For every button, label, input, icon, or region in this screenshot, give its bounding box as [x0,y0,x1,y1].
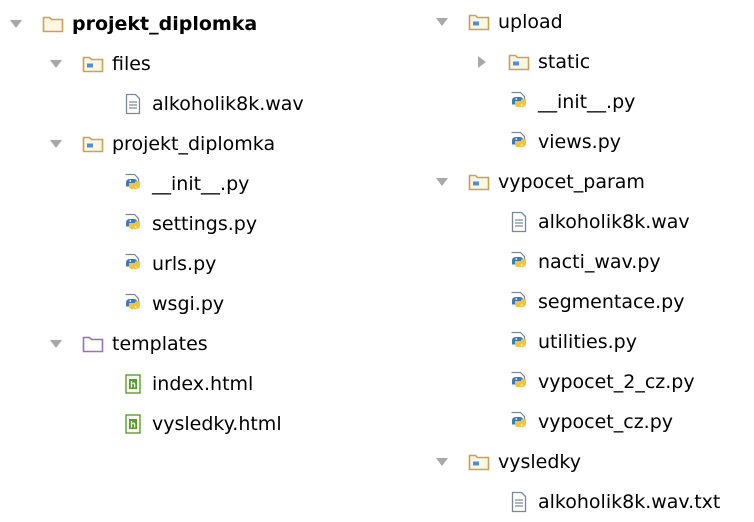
tree-item-label: upload [498,11,563,33]
tree-item-files[interactable]: files [46,44,151,84]
text-file-icon [508,211,530,233]
tree-item-label: files [112,53,151,75]
html-file-icon: h [122,413,144,435]
python-file-icon [508,91,530,113]
module-folder-icon [82,53,104,75]
tree-item-label: alkoholik8k.wav [538,211,690,233]
tree-item-label: utilities.py [538,331,637,353]
tree-item-label: vypocet_param [498,171,645,193]
python-file-icon [508,131,530,153]
tree-item-label: __init__.py [152,173,250,195]
tree-item-nacti-wav-py[interactable]: nacti_wav.py [472,242,661,282]
module-folder-icon [468,171,490,193]
tree-item-alkoholik8k-wav[interactable]: alkoholik8k.wav [86,84,304,124]
module-folder-icon [82,133,104,155]
python-file-icon [508,371,530,393]
tree-item-urls-py[interactable]: urls.py [86,244,216,284]
svg-text:h: h [130,380,136,390]
tree-item-label: templates [112,333,208,355]
chevron-down-icon[interactable] [6,14,26,34]
tree-item-vysledky-html[interactable]: h vysledky.html [86,404,282,444]
chevron-down-icon[interactable] [432,172,452,192]
tree-item-label: nacti_wav.py [538,251,661,273]
tree-item-vypocet-param[interactable]: vypocet_param [432,162,645,202]
tree-item-projekt-diplomka[interactable]: projekt_diplomka [46,124,275,164]
module-folder-icon [468,451,490,473]
python-file-icon [508,251,530,273]
chevron-down-icon[interactable] [46,334,66,354]
tree-item-label: wsgi.py [152,293,225,315]
tree-item-init-py[interactable]: __init__.py [472,82,635,122]
tree-item-label: static [538,51,591,73]
text-file-icon [508,491,530,513]
tree-item-static[interactable]: static [472,42,590,82]
tree-item-templates[interactable]: templates [46,324,208,364]
tree-item-label: vypocet_2_cz.py [538,371,695,393]
python-file-icon [122,173,144,195]
chevron-down-icon[interactable] [432,452,452,472]
module-folder-icon [468,11,490,33]
python-file-icon [508,291,530,313]
tree-item-label: vysledky [498,451,581,473]
chevron-down-icon[interactable] [46,134,66,154]
tree-item-label: alkoholik8k.wav.txt [538,491,721,513]
tree-item-settings-py[interactable]: settings.py [86,204,257,244]
python-file-icon [122,213,144,235]
tree-item-label: __init__.py [538,91,636,113]
tree-item-projekt-diplomka[interactable]: projekt_diplomka [6,4,257,44]
tree-item-label: segmentace.py [538,291,685,313]
tree-item-label: alkoholik8k.wav [152,93,304,115]
templates-folder-icon [82,333,104,355]
python-file-icon [122,293,144,315]
chevron-down-icon[interactable] [432,12,452,32]
text-file-icon [122,93,144,115]
tree-item-vysledky[interactable]: vysledky [432,442,581,482]
python-file-icon [508,411,530,433]
tree-item-init-py[interactable]: __init__.py [86,164,249,204]
tree-item-alkoholik8k-wav[interactable]: alkoholik8k.wav [472,202,690,242]
tree-item-wsgi-py[interactable]: wsgi.py [86,284,224,324]
python-file-icon [508,331,530,353]
chevron-right-icon[interactable] [472,52,492,72]
tree-item-label: views.py [538,131,621,153]
tree-item-label: projekt_diplomka [112,133,276,155]
tree-item-upload[interactable]: upload [432,2,563,42]
tree-item-label: urls.py [152,253,217,275]
tree-item-label: index.html [152,373,254,395]
project-folder-icon [42,13,64,35]
tree-item-vypocet-cz-py[interactable]: vypocet_cz.py [472,402,673,442]
tree-item-utilities-py[interactable]: utilities.py [472,322,637,362]
chevron-down-icon[interactable] [46,54,66,74]
tree-item-label: vypocet_cz.py [538,411,674,433]
html-file-icon: h [122,373,144,395]
tree-item-segmentace-py[interactable]: segmentace.py [472,282,684,322]
tree-item-vypocet-2-cz-py[interactable]: vypocet_2_cz.py [472,362,695,402]
tree-item-label: projekt_diplomka [72,13,258,35]
module-folder-icon [508,51,530,73]
tree-item-alkoholik8k-wav-txt[interactable]: alkoholik8k.wav.txt [472,482,720,522]
python-file-icon [122,253,144,275]
svg-text:h: h [130,420,136,430]
tree-item-label: vysledky.html [152,413,282,435]
tree-item-views-py[interactable]: views.py [472,122,621,162]
tree-item-index-html[interactable]: h index.html [86,364,253,404]
tree-item-label: settings.py [152,213,258,235]
